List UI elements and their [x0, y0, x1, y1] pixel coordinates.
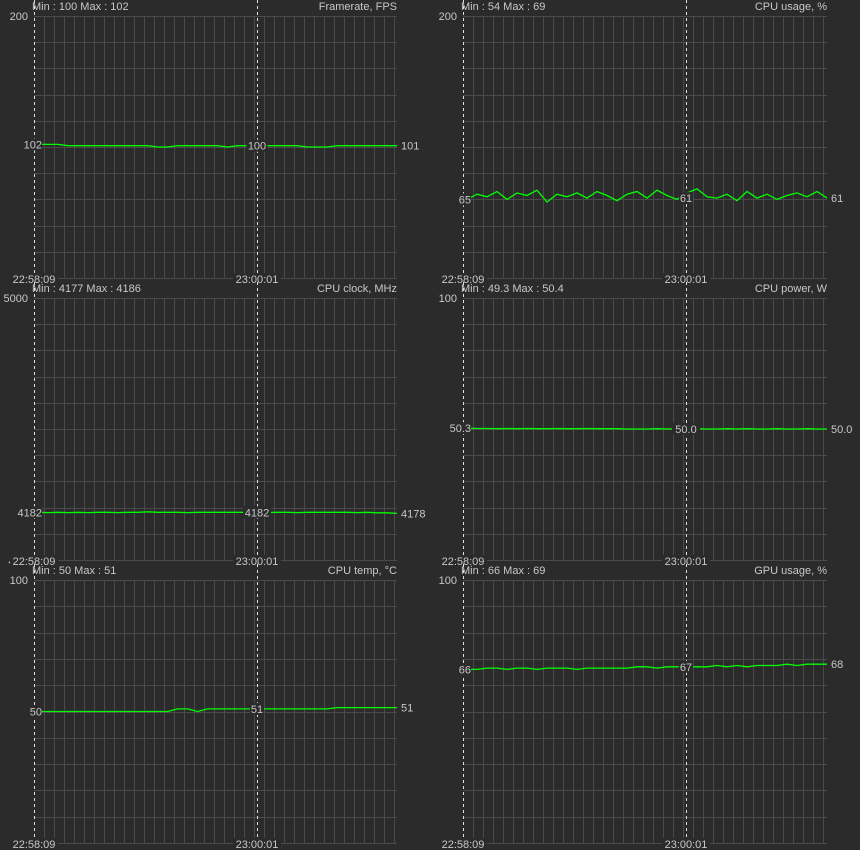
- value-marker-start: 50: [30, 707, 42, 719]
- min-max-label: Min : 54 Max : 69: [461, 1, 545, 13]
- min-max-label: Min : 50 Max : 51: [32, 565, 116, 577]
- y-max-label: 5000: [4, 293, 28, 305]
- time-label-middle: 23:00:01: [236, 839, 279, 850]
- value-marker-middle: 50.0: [675, 424, 696, 436]
- graph-panel[interactable]: Min : 50 Max : 51 CPU temp, °C 100 50 51 51 22…: [10, 564, 414, 850]
- series-line: [38, 143, 397, 148]
- series-line: [466, 427, 827, 430]
- min-max-label: Min : 66 Max : 69: [461, 565, 545, 577]
- graph-title: CPU temp, °C: [328, 565, 397, 577]
- value-marker-end: 68: [831, 659, 843, 671]
- graph-title: GPU usage, %: [754, 565, 827, 577]
- value-marker-end: 101: [401, 141, 419, 153]
- value-marker-start: 102: [24, 139, 42, 151]
- graph-panel[interactable]: Min : 49.3 Max : 50.4 CPU power, W 100 50.3…: [439, 282, 853, 568]
- value-marker-middle: 51: [251, 704, 263, 716]
- y-max-label: 100: [439, 293, 457, 305]
- time-label-start: 22:58:09: [13, 839, 56, 850]
- time-label-middle: 23:00:01: [665, 839, 708, 850]
- value-marker-start: 65: [459, 194, 471, 206]
- graph-title: CPU usage, %: [755, 1, 827, 13]
- series-line: [37, 511, 398, 515]
- value-marker-end: 61: [831, 193, 843, 205]
- graph-title: Framerate, FPS: [319, 1, 397, 13]
- value-marker-middle: 4182: [245, 507, 269, 519]
- graph-panel[interactable]: Min : 54 Max : 69 CPU usage, %20065 61 6122…: [439, 0, 844, 286]
- min-max-label: Min : 100 Max : 102: [32, 1, 129, 13]
- min-max-label: Min : 49.3 Max : 50.4: [461, 283, 564, 295]
- value-marker-middle: 61: [680, 193, 692, 205]
- value-marker-middle: 100: [248, 141, 266, 153]
- value-marker-start: 66: [459, 664, 471, 676]
- y-max-label: 100: [10, 575, 28, 587]
- value-marker-end: 4178: [401, 508, 425, 520]
- value-marker-middle: 67: [680, 662, 692, 674]
- value-marker-end: 50.0: [831, 424, 852, 436]
- hardware-monitor-graphs: Min : 100 Max : 102 Framerate, FPS 200 102 1…: [4, 0, 853, 850]
- graph-panel[interactable]: Min : 100 Max : 102 Framerate, FPS 200 102 1…: [10, 0, 420, 286]
- y-max-label: 200: [10, 11, 28, 23]
- graph-title: CPU clock, MHz: [317, 283, 397, 295]
- value-marker-end: 51: [401, 703, 413, 715]
- y-max-label: 200: [439, 11, 457, 23]
- graph-panel[interactable]: Min : 66 Max : 69 GPU usage, % 100 66 67 68 22…: [439, 564, 844, 850]
- series-line: [38, 706, 397, 713]
- value-marker-start: 4182: [18, 507, 42, 519]
- min-max-label: Min : 4177 Max : 4186: [32, 283, 141, 295]
- time-label-start: 22:58:09: [442, 839, 485, 850]
- graph-title: CPU power, W: [755, 283, 828, 295]
- value-marker-start: 50.3: [450, 423, 471, 435]
- graph-panel[interactable]: Min : 4177 Max : 4186 CPU clock, MHz 5000 4…: [4, 282, 426, 568]
- y-max-label: 100: [439, 575, 457, 587]
